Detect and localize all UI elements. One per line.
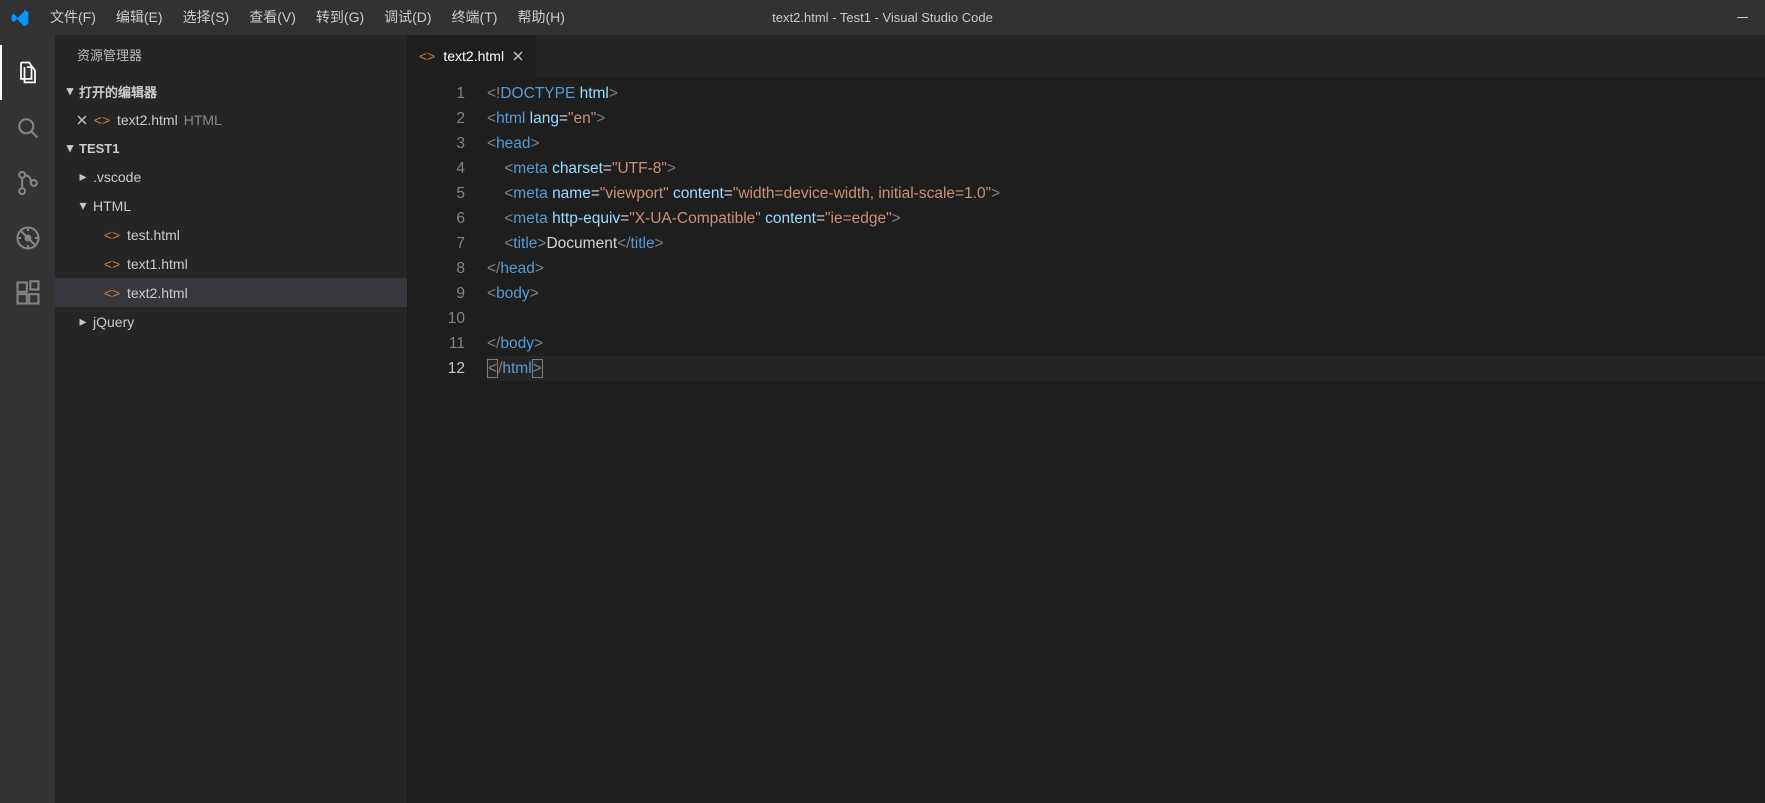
editor-area: <> text2.html 123456789101112 <!DOCTYPE … (407, 35, 1765, 803)
open-editors-header[interactable]: ▾ 打开的编辑器 (55, 77, 407, 105)
activity-extensions-icon[interactable] (0, 265, 55, 320)
chevron-right-icon: ▸ (75, 168, 91, 185)
line-number: 9 (407, 281, 465, 306)
menu-item[interactable]: 转到(G) (306, 0, 374, 35)
line-gutter: 123456789101112 (407, 77, 487, 803)
code-content[interactable]: <!DOCTYPE html><html lang="en"><head> <m… (487, 77, 1765, 803)
title-bar: 文件(F)编辑(E)选择(S)查看(V)转到(G)调试(D)终端(T)帮助(H)… (0, 0, 1765, 35)
html-file-icon: <> (103, 227, 121, 243)
sidebar-title: 资源管理器 (55, 35, 407, 77)
menu-item[interactable]: 调试(D) (374, 0, 441, 35)
editor-tab[interactable]: <> text2.html (407, 35, 536, 77)
code-line[interactable]: <html lang="en"> (487, 106, 1765, 131)
workspace-tree: ▸.vscode▾HTML<>test.html<>text1.html<>te… (55, 162, 407, 336)
main-area: 资源管理器 ▾ 打开的编辑器 <>text2.htmlHTML ▾ TEST1 … (0, 35, 1765, 803)
minimize-button[interactable] (1719, 0, 1765, 35)
code-line[interactable]: <body> (487, 281, 1765, 306)
line-number: 5 (407, 181, 465, 206)
menu-item[interactable]: 终端(T) (442, 0, 508, 35)
file-item[interactable]: <> test.html (55, 220, 407, 249)
folder-item[interactable]: ▾HTML (55, 191, 407, 220)
code-line[interactable]: </head> (487, 256, 1765, 281)
folder-name: jQuery (93, 314, 134, 330)
file-item[interactable]: <> text1.html (55, 249, 407, 278)
file-desc: HTML (184, 112, 222, 128)
chevron-down-icon: ▾ (75, 197, 91, 214)
workspace-header[interactable]: ▾ TEST1 (55, 134, 407, 162)
code-line[interactable] (487, 306, 1765, 331)
activity-bar (0, 35, 55, 803)
html-file-icon: <> (103, 256, 121, 272)
activity-search-icon[interactable] (0, 100, 55, 155)
menu-bar: 文件(F)编辑(E)选择(S)查看(V)转到(G)调试(D)终端(T)帮助(H) (40, 0, 575, 35)
open-editors-list: <> text2.html HTML (55, 105, 407, 134)
open-editor-item[interactable]: <> text2.html HTML (55, 105, 407, 134)
folder-name: .vscode (93, 169, 141, 185)
line-number: 12 (407, 356, 465, 381)
line-number: 11 (407, 331, 465, 356)
code-line[interactable]: <meta http-equiv="X-UA-Compatible" conte… (487, 206, 1765, 231)
menu-item[interactable]: 文件(F) (40, 0, 106, 35)
file-name: text1.html (127, 256, 188, 272)
close-icon[interactable] (512, 50, 524, 62)
code-line[interactable]: <meta name="viewport" content="width=dev… (487, 181, 1765, 206)
line-number: 6 (407, 206, 465, 231)
chevron-down-icon: ▾ (61, 140, 79, 156)
code-line[interactable]: <head> (487, 131, 1765, 156)
menu-item[interactable]: 选择(S) (173, 0, 240, 35)
code-line[interactable]: </body> (487, 331, 1765, 356)
html-file-icon: <> (93, 112, 111, 128)
window-controls (1719, 0, 1765, 35)
file-name: text2.html (117, 112, 178, 128)
code-line[interactable]: </html> (487, 356, 1765, 381)
window-title: text2.html - Test1 - Visual Studio Code (772, 10, 993, 25)
close-icon[interactable] (73, 114, 91, 126)
vscode-logo-icon (0, 8, 40, 28)
line-number: 10 (407, 306, 465, 331)
line-number: 7 (407, 231, 465, 256)
sidebar-explorer: 资源管理器 ▾ 打开的编辑器 <>text2.htmlHTML ▾ TEST1 … (55, 35, 407, 803)
editor-tabs: <> text2.html (407, 35, 1765, 77)
open-editors-label: 打开的编辑器 (79, 82, 157, 101)
folder-name: HTML (93, 198, 131, 214)
menu-item[interactable]: 帮助(H) (507, 0, 574, 35)
folder-item[interactable]: ▸.vscode (55, 162, 407, 191)
activity-source-control-icon[interactable] (0, 155, 55, 210)
folder-item[interactable]: ▸jQuery (55, 307, 407, 336)
line-number: 1 (407, 81, 465, 106)
html-file-icon: <> (103, 285, 121, 301)
workspace-label: TEST1 (79, 141, 119, 156)
menu-item[interactable]: 查看(V) (239, 0, 306, 35)
line-number: 4 (407, 156, 465, 181)
code-line[interactable]: <meta charset="UTF-8"> (487, 156, 1765, 181)
editor[interactable]: 123456789101112 <!DOCTYPE html><html lan… (407, 77, 1765, 803)
activity-debug-icon[interactable] (0, 210, 55, 265)
line-number: 8 (407, 256, 465, 281)
file-item[interactable]: <> text2.html (55, 278, 407, 307)
code-line[interactable]: <title>Document</title> (487, 231, 1765, 256)
file-name: text2.html (127, 285, 188, 301)
line-number: 2 (407, 106, 465, 131)
html-file-icon: <> (419, 48, 435, 64)
chevron-down-icon: ▾ (61, 83, 79, 99)
code-line[interactable]: <!DOCTYPE html> (487, 81, 1765, 106)
file-name: test.html (127, 227, 180, 243)
line-number: 3 (407, 131, 465, 156)
tab-label: text2.html (443, 48, 504, 64)
activity-explorer-icon[interactable] (0, 45, 55, 100)
menu-item[interactable]: 编辑(E) (106, 0, 173, 35)
chevron-right-icon: ▸ (75, 313, 91, 330)
